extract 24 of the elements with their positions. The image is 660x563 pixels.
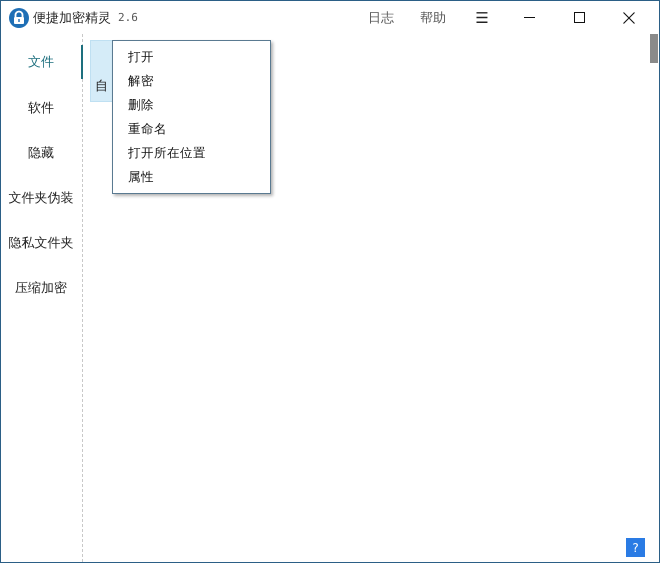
padlock-icon bbox=[9, 8, 29, 28]
menu-item[interactable]: 打开所在位置 bbox=[113, 141, 270, 165]
menu-item[interactable]: 删除 bbox=[113, 93, 270, 117]
sidebar-item[interactable]: 软件 bbox=[1, 85, 83, 130]
header-link[interactable]: 帮助 bbox=[420, 8, 446, 26]
help-button[interactable]: ? bbox=[626, 538, 645, 557]
minimize-icon bbox=[524, 17, 534, 18]
menu-item[interactable]: 重命名 bbox=[113, 117, 270, 141]
file-name: 自 bbox=[95, 78, 108, 95]
menu-item[interactable]: 打开 bbox=[113, 45, 270, 69]
sidebar-item[interactable]: 隐私文件夹 bbox=[1, 220, 83, 265]
maximize-icon bbox=[574, 12, 584, 23]
scrollbar-thumb[interactable] bbox=[650, 34, 658, 63]
sidebar-item[interactable]: 隐藏 bbox=[1, 130, 83, 175]
window-title: 便捷加密精灵 bbox=[33, 10, 111, 26]
menu-item[interactable]: 解密 bbox=[113, 69, 270, 93]
sidebar-item[interactable]: 文件 bbox=[1, 45, 83, 79]
sidebar-item[interactable]: 压缩加密 bbox=[1, 265, 83, 310]
menu-button[interactable]: ☰ bbox=[464, 8, 500, 26]
header-link[interactable]: 日志 bbox=[368, 8, 394, 26]
version-label: 2.6 bbox=[118, 11, 138, 24]
sidebar-item[interactable]: 文件夹伪装 bbox=[1, 175, 83, 220]
close-icon bbox=[623, 12, 635, 24]
menu-item[interactable]: 属性 bbox=[113, 165, 270, 189]
